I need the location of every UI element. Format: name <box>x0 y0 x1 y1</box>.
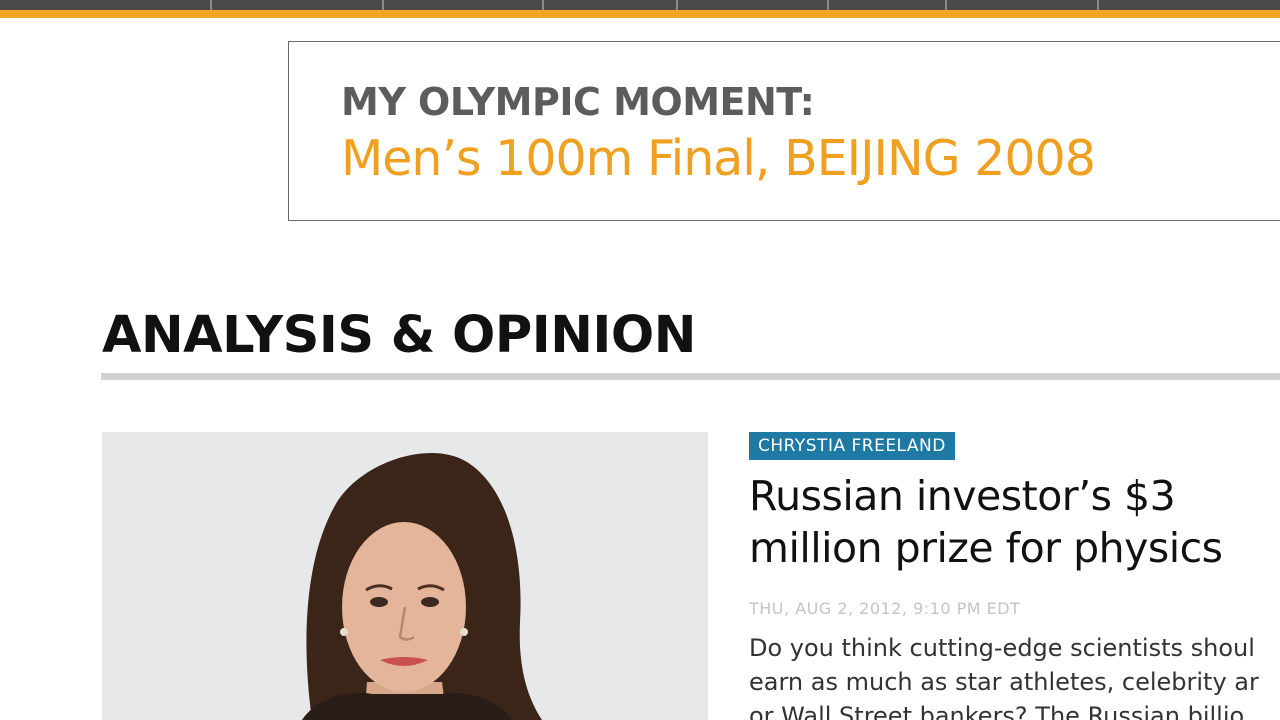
summary-line: or Wall Street bankers? The Russian bill… <box>749 702 1245 720</box>
summary-line: Do you think cutting-edge scientists sho… <box>749 634 1255 662</box>
author-photo[interactable] <box>102 432 708 720</box>
nav-segment[interactable] <box>384 0 544 10</box>
author-badge[interactable]: CHRYSTIA FREELAND <box>749 432 955 460</box>
nav-segment[interactable] <box>544 0 678 10</box>
article-summary: Do you think cutting-edge scientists sho… <box>749 631 1280 720</box>
headline-line[interactable]: Russian investor’s $3 <box>749 470 1280 522</box>
nav-segment[interactable] <box>829 0 947 10</box>
summary-line: earn as much as star athletes, celebrity… <box>749 668 1259 696</box>
banner-subtitle: Men’s 100m Final, BEIJING 2008 <box>341 130 1096 187</box>
nav-accent-bar <box>0 10 1280 18</box>
nav-segment[interactable] <box>0 0 212 10</box>
olympic-moment-banner[interactable]: MY OLYMPIC MOMENT: Men’s 100m Final, BEI… <box>288 41 1280 221</box>
page: MY OLYMPIC MOMENT: Men’s 100m Final, BEI… <box>0 0 1280 720</box>
headline-line[interactable]: million prize for physics <box>749 522 1280 574</box>
banner-title: MY OLYMPIC MOMENT: <box>341 80 815 124</box>
section-divider <box>101 373 1280 380</box>
nav-segment[interactable] <box>1099 0 1280 10</box>
section-title: ANALYSIS & OPINION <box>102 306 696 365</box>
nav-segment[interactable] <box>678 0 829 10</box>
article-headline[interactable]: Russian investor’s $3 million prize for … <box>749 470 1280 574</box>
nav-segment[interactable] <box>212 0 384 10</box>
nav-segment[interactable] <box>947 0 1099 10</box>
top-nav-bar <box>0 0 1280 10</box>
author-portrait-icon <box>102 432 708 720</box>
article-timestamp: THU, AUG 2, 2012, 9:10 PM EDT <box>749 599 1021 618</box>
